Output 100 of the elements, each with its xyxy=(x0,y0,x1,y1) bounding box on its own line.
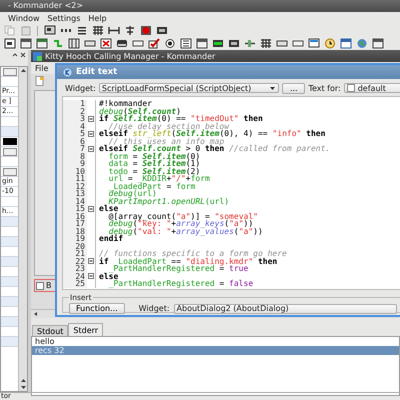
menu-item[interactable]: File xyxy=(33,64,50,72)
code-line: debug(url) xyxy=(108,190,157,198)
code-line: debug("val: "+array_values("a")) xyxy=(108,228,263,235)
window-icon xyxy=(196,38,208,49)
text-for-dropdown[interactable]: default xyxy=(344,83,400,93)
code-line: elseif Self.count > 0 then //called from parent. xyxy=(99,145,330,152)
label-icon xyxy=(4,38,16,49)
app-icon xyxy=(63,68,72,76)
dropdown-arrow-icon xyxy=(269,84,276,92)
line-number: 23 xyxy=(63,265,87,272)
code-line: else xyxy=(99,272,118,280)
code-line: if _LoadedPart == "dialing.kmdr" then xyxy=(99,258,278,265)
function-button[interactable]: Function... xyxy=(69,303,125,314)
code-line: if Self.item(0) == "timedOut" then xyxy=(99,115,263,122)
fold-toggle-icon[interactable] xyxy=(88,258,94,264)
scroll-up-icon[interactable] xyxy=(20,67,26,74)
scroll-left-icon[interactable] xyxy=(33,311,39,317)
layout-icon xyxy=(44,25,56,36)
list-icon xyxy=(180,38,192,49)
paste-icon xyxy=(20,25,32,36)
code-line: #!kommander xyxy=(99,100,152,108)
code-line: url = _KDDIR+"/"+form xyxy=(108,175,210,182)
table-icon xyxy=(68,38,80,49)
line-number: 5 xyxy=(63,130,87,138)
frame-icon xyxy=(228,38,240,49)
tab[interactable]: Stderr xyxy=(68,323,104,336)
code-line: @[array_count("a")] = "someval" xyxy=(108,212,258,220)
split-icon xyxy=(124,25,136,36)
code-editor[interactable] xyxy=(62,96,400,290)
code-line: debug(Self.count) xyxy=(99,108,181,115)
bar-icon xyxy=(212,38,224,49)
menu-item[interactable]: Help xyxy=(86,14,109,22)
scrollbar[interactable] xyxy=(18,67,27,391)
scroll-up-icon[interactable] xyxy=(20,377,26,384)
dialog-title: Edit text xyxy=(76,67,118,77)
panel-icon xyxy=(116,38,128,49)
property-field[interactable] xyxy=(3,148,17,156)
code-line: _PartHandlerRegistered = true xyxy=(108,265,248,272)
close-icon xyxy=(100,38,112,49)
line-number: 11 xyxy=(63,175,87,182)
code-line: elseif str_left(Self.item(0), 4) == "info" then xyxy=(99,130,326,138)
collapse-icon[interactable] xyxy=(12,52,18,58)
code-line: _PartHandlerRegistered = false xyxy=(108,280,254,288)
fold-toggle-icon[interactable] xyxy=(88,116,94,122)
code-line: KPartImport1.openURL(url) xyxy=(108,198,230,205)
line-number: 3 xyxy=(63,115,87,122)
calendar-icon xyxy=(340,38,352,49)
widget-dropdown[interactable]: ScriptLoadFormSpecial (ScriptObject) xyxy=(98,83,280,93)
fold-toggle-icon[interactable] xyxy=(88,130,94,137)
line-number: 7 xyxy=(63,145,87,152)
checkbox[interactable] xyxy=(36,282,44,290)
code-line: debug("key: "+array_keys("a")) xyxy=(108,220,254,228)
line-number: 19 xyxy=(63,235,87,242)
line-number: 13 xyxy=(63,190,87,198)
code-line: todo = Self.item(2) xyxy=(108,168,200,175)
line-number: 17 xyxy=(63,220,87,228)
line-number: 25 xyxy=(63,280,87,288)
close-icon[interactable] xyxy=(20,52,26,58)
field-label: Widget: xyxy=(65,84,96,92)
slider-icon xyxy=(244,38,256,49)
code-line: endif xyxy=(99,235,124,242)
window-icon xyxy=(20,38,32,49)
color-swatch[interactable] xyxy=(3,138,17,145)
grid-icon xyxy=(260,38,272,49)
fold-toggle-icon[interactable] xyxy=(88,146,94,152)
code-line: // functions specific to a form go here xyxy=(99,250,287,258)
tab[interactable]: Stdout xyxy=(32,325,68,336)
button-icon xyxy=(276,38,288,49)
menu-item[interactable]: Window xyxy=(6,14,42,22)
browse-button[interactable]: ... xyxy=(282,82,306,94)
split-icon xyxy=(108,25,120,36)
globe-icon xyxy=(356,38,368,49)
fold-toggle-icon[interactable] xyxy=(88,206,94,212)
frame-icon xyxy=(156,25,168,36)
lines-icon xyxy=(76,25,88,36)
code-line: else xyxy=(99,205,118,212)
radio-icon xyxy=(164,38,176,49)
line-number: 1 xyxy=(63,100,87,108)
scroll-down-icon[interactable] xyxy=(20,384,26,391)
output-line[interactable]: hello xyxy=(32,337,399,346)
checkbox-label: B xyxy=(46,281,52,290)
document-icon[interactable] xyxy=(35,76,45,86)
window-icon xyxy=(36,38,48,49)
fold-toggle-icon[interactable] xyxy=(88,273,94,280)
checkmark-icon xyxy=(148,38,160,49)
copy-icon xyxy=(4,25,16,36)
stop-icon xyxy=(140,25,152,36)
line-number: 9 xyxy=(63,160,87,168)
grid-icon xyxy=(92,25,104,36)
menu-item[interactable]: Settings xyxy=(46,14,82,22)
code-line: form = Self.item(0) xyxy=(108,152,200,160)
line-number: 21 xyxy=(63,250,87,258)
field-icon xyxy=(292,38,304,49)
property-field[interactable] xyxy=(3,168,17,176)
widget-dropdown[interactable]: AboutDialog2 (AboutDialog) xyxy=(174,304,397,314)
property-field[interactable] xyxy=(3,68,17,76)
code-line: // this uses an info map xyxy=(108,138,224,145)
code-line: data = Self.item(1) xyxy=(108,160,200,168)
window-title: Kitty Hooch Calling Manager - Kommander xyxy=(45,52,216,60)
window-icon xyxy=(372,38,384,49)
